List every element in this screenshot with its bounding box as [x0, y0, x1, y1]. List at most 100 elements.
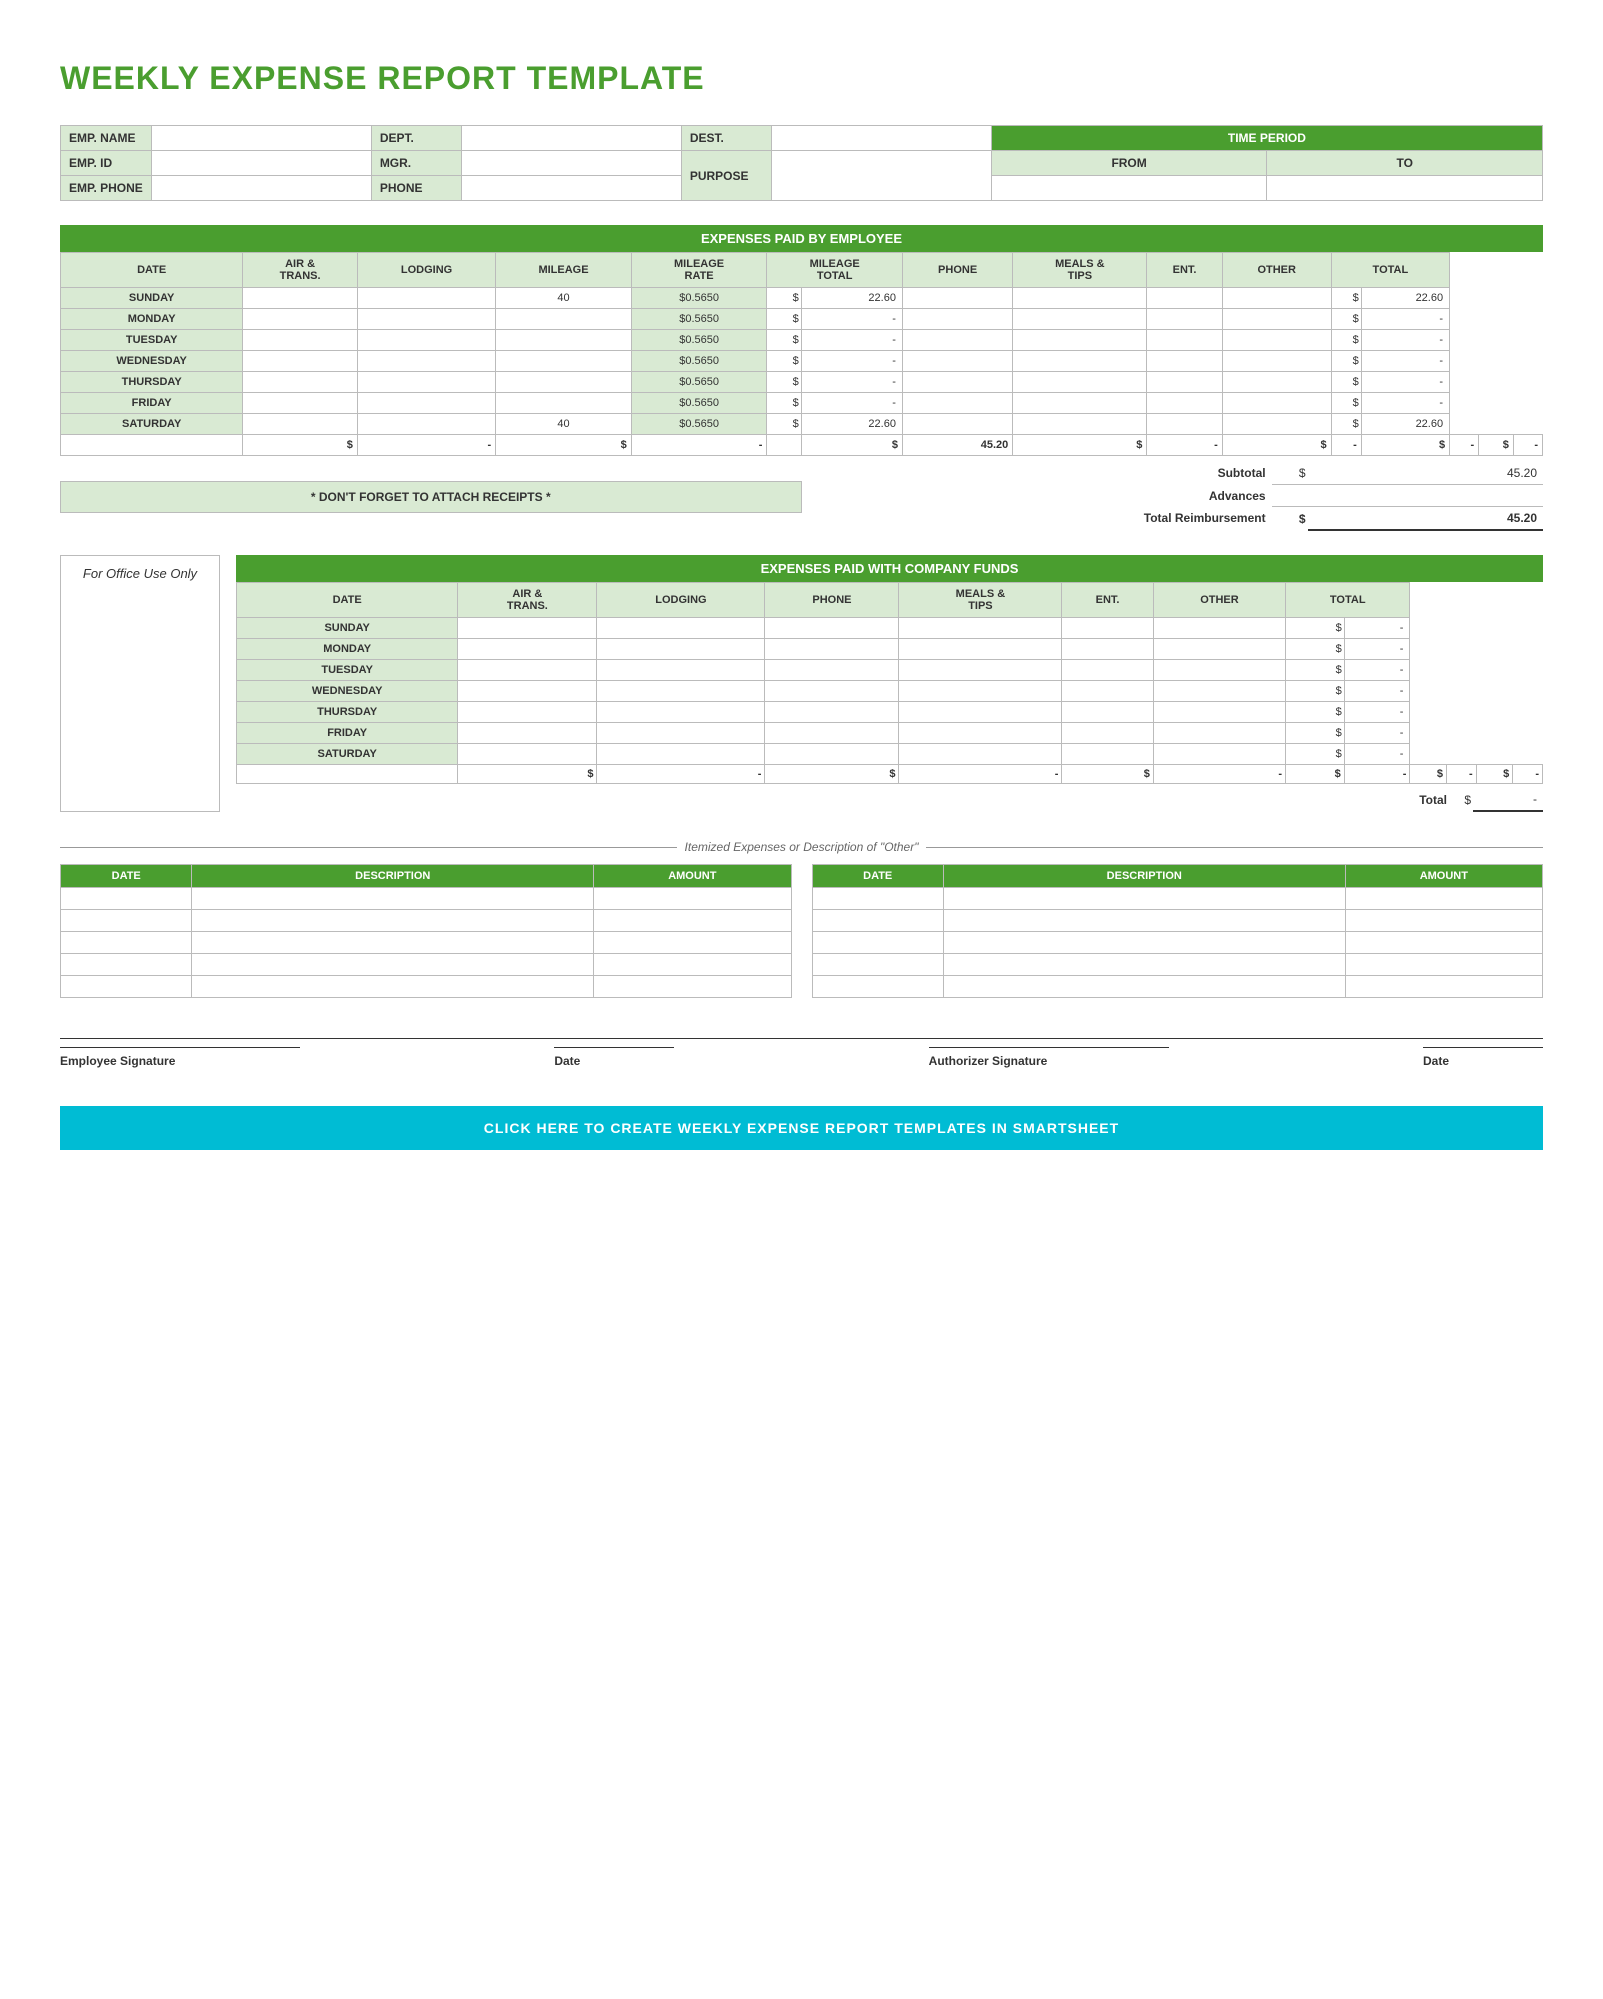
item-right-amount[interactable] — [1345, 888, 1542, 910]
cf-meals-cell[interactable] — [899, 723, 1062, 744]
cf-other-cell[interactable] — [1153, 723, 1285, 744]
item-right-amount[interactable] — [1345, 976, 1542, 998]
item-left-date[interactable] — [61, 910, 192, 932]
cf-air-cell[interactable] — [458, 702, 597, 723]
cf-ent-cell[interactable] — [1062, 681, 1153, 702]
emp-phone-value[interactable] — [151, 176, 371, 201]
from-value[interactable] — [991, 176, 1267, 201]
item-right-desc[interactable] — [943, 910, 1345, 932]
phone-cell[interactable] — [902, 372, 1012, 393]
cf-phone-cell[interactable] — [765, 639, 899, 660]
item-right-date[interactable] — [812, 888, 943, 910]
item-right-date[interactable] — [812, 954, 943, 976]
cf-air-cell[interactable] — [458, 639, 597, 660]
ent-cell[interactable] — [1147, 288, 1222, 309]
cf-meals-cell[interactable] — [899, 681, 1062, 702]
air-trans-cell[interactable] — [243, 351, 358, 372]
cf-lodging-cell[interactable] — [597, 681, 765, 702]
mileage-cell[interactable] — [496, 309, 632, 330]
item-left-date[interactable] — [61, 976, 192, 998]
meals-cell[interactable] — [1013, 309, 1147, 330]
cf-phone-cell[interactable] — [765, 744, 899, 765]
other-cell[interactable] — [1222, 330, 1331, 351]
air-trans-cell[interactable] — [243, 393, 358, 414]
item-right-amount[interactable] — [1345, 954, 1542, 976]
item-left-amount[interactable] — [594, 954, 791, 976]
mileage-cell[interactable] — [496, 330, 632, 351]
cf-phone-cell[interactable] — [765, 681, 899, 702]
phone-cell[interactable] — [902, 393, 1012, 414]
phone-cell[interactable] — [902, 330, 1012, 351]
item-right-date[interactable] — [812, 910, 943, 932]
cf-ent-cell[interactable] — [1062, 639, 1153, 660]
lodging-cell[interactable] — [357, 393, 495, 414]
item-left-date[interactable] — [61, 932, 192, 954]
air-trans-cell[interactable] — [243, 288, 358, 309]
cf-other-cell[interactable] — [1153, 702, 1285, 723]
ent-cell[interactable] — [1147, 393, 1222, 414]
item-right-date[interactable] — [812, 976, 943, 998]
item-right-desc[interactable] — [943, 932, 1345, 954]
phone-cell[interactable] — [902, 309, 1012, 330]
cf-ent-cell[interactable] — [1062, 618, 1153, 639]
cf-phone-cell[interactable] — [765, 723, 899, 744]
item-right-amount[interactable] — [1345, 910, 1542, 932]
air-trans-cell[interactable] — [243, 414, 358, 435]
cf-air-cell[interactable] — [458, 744, 597, 765]
cf-meals-cell[interactable] — [899, 702, 1062, 723]
meals-cell[interactable] — [1013, 330, 1147, 351]
mileage-cell[interactable] — [496, 393, 632, 414]
cf-meals-cell[interactable] — [899, 639, 1062, 660]
cf-lodging-cell[interactable] — [597, 660, 765, 681]
dept-value[interactable] — [461, 126, 681, 151]
cf-other-cell[interactable] — [1153, 618, 1285, 639]
ent-cell[interactable] — [1147, 414, 1222, 435]
dest-value[interactable] — [771, 126, 991, 151]
lodging-cell[interactable] — [357, 309, 495, 330]
mgr-value[interactable] — [461, 151, 681, 176]
other-cell[interactable] — [1222, 393, 1331, 414]
other-cell[interactable] — [1222, 351, 1331, 372]
item-left-desc[interactable] — [192, 976, 594, 998]
other-cell[interactable] — [1222, 309, 1331, 330]
cf-meals-cell[interactable] — [899, 618, 1062, 639]
item-right-amount[interactable] — [1345, 932, 1542, 954]
item-left-amount[interactable] — [594, 932, 791, 954]
cf-other-cell[interactable] — [1153, 660, 1285, 681]
air-trans-cell[interactable] — [243, 309, 358, 330]
meals-cell[interactable] — [1013, 393, 1147, 414]
item-left-amount[interactable] — [594, 976, 791, 998]
lodging-cell[interactable] — [357, 330, 495, 351]
item-left-desc[interactable] — [192, 932, 594, 954]
cf-lodging-cell[interactable] — [597, 744, 765, 765]
cf-phone-cell[interactable] — [765, 702, 899, 723]
item-left-amount[interactable] — [594, 888, 791, 910]
ent-cell[interactable] — [1147, 351, 1222, 372]
ent-cell[interactable] — [1147, 309, 1222, 330]
ent-cell[interactable] — [1147, 372, 1222, 393]
footer-cta-button[interactable]: CLICK HERE TO CREATE WEEKLY EXPENSE REPO… — [60, 1106, 1543, 1150]
lodging-cell[interactable] — [357, 351, 495, 372]
cf-lodging-cell[interactable] — [597, 702, 765, 723]
cf-other-cell[interactable] — [1153, 744, 1285, 765]
cf-meals-cell[interactable] — [899, 660, 1062, 681]
mileage-cell[interactable]: 40 — [496, 414, 632, 435]
cf-lodging-cell[interactable] — [597, 618, 765, 639]
other-cell[interactable] — [1222, 288, 1331, 309]
meals-cell[interactable] — [1013, 372, 1147, 393]
item-right-desc[interactable] — [943, 888, 1345, 910]
cf-ent-cell[interactable] — [1062, 702, 1153, 723]
item-left-date[interactable] — [61, 888, 192, 910]
item-left-amount[interactable] — [594, 910, 791, 932]
other-cell[interactable] — [1222, 414, 1331, 435]
cf-air-cell[interactable] — [458, 723, 597, 744]
meals-cell[interactable] — [1013, 288, 1147, 309]
air-trans-cell[interactable] — [243, 372, 358, 393]
phone-cell[interactable] — [902, 351, 1012, 372]
item-right-desc[interactable] — [943, 954, 1345, 976]
meals-cell[interactable] — [1013, 414, 1147, 435]
other-cell[interactable] — [1222, 372, 1331, 393]
phone-cell[interactable] — [902, 414, 1012, 435]
lodging-cell[interactable] — [357, 414, 495, 435]
cf-ent-cell[interactable] — [1062, 744, 1153, 765]
